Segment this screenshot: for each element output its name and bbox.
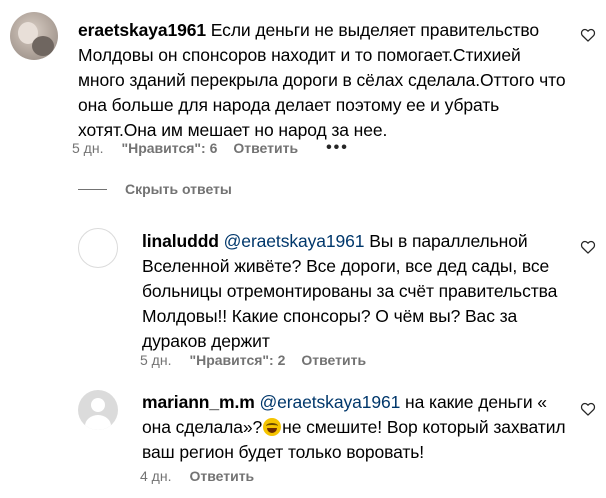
avatar[interactable] xyxy=(10,12,58,60)
comment-text: mariann_m.m @eraetskaya1961 на какие ден… xyxy=(142,390,572,465)
comment-line: она сделала»? xyxy=(142,417,263,437)
grinning-sweat-emoji-icon xyxy=(263,418,282,436)
comment-text: linaluddd @eraetskaya1961 Вы в параллель… xyxy=(142,229,572,354)
avatar[interactable] xyxy=(78,390,118,430)
comment-line: хотят.Она им мешает но народ за нее. xyxy=(78,120,388,140)
comment-line: много зданий перекрыла дороги в сёлах сд… xyxy=(78,70,566,90)
comment-line: Вселенной живёте? Все дороги, все дед са… xyxy=(142,256,550,276)
comment-meta: 5 дн. "Нравится": 6 Ответить ••• xyxy=(72,139,349,157)
comment-line: больницы отремонтированы за счёт правите… xyxy=(142,281,558,301)
comment-text: eraetskaya1961 Если деньги не выделяет п… xyxy=(78,18,578,143)
more-options-icon[interactable]: ••• xyxy=(326,139,349,157)
default-user-icon-body xyxy=(85,415,111,430)
comment-line: Если деньги не выделяет правительство xyxy=(210,20,540,40)
comment-line: дураков держит xyxy=(142,331,270,351)
default-user-icon xyxy=(91,398,105,412)
comment-line: Вы в параллельной xyxy=(369,231,528,251)
comment-time: 4 дн. xyxy=(140,468,172,484)
comment-line: на какие деньги « xyxy=(405,392,547,412)
hide-replies-button[interactable]: Скрыть ответы xyxy=(78,181,232,197)
hide-replies-label: Скрыть ответы xyxy=(125,181,232,197)
comment-line: Молдовы он спонсоров находит и то помога… xyxy=(78,45,521,65)
heart-icon[interactable] xyxy=(580,240,596,254)
comment-line: она больше для народа делает поэтому ее … xyxy=(78,95,500,115)
avatar-photo-shadow xyxy=(32,36,54,56)
reply-button[interactable]: Ответить xyxy=(233,140,298,156)
comment-username[interactable]: linaluddd xyxy=(142,231,219,251)
mention-link[interactable]: @eraetskaya1961 xyxy=(224,231,365,251)
comment-username[interactable]: mariann_m.m xyxy=(142,392,255,412)
comment-username[interactable]: eraetskaya1961 xyxy=(78,20,206,40)
comment-time: 5 дн. xyxy=(72,140,104,156)
comment-line: Молдовы!! Какие спонсоры? О чём вы? Вас … xyxy=(142,306,518,326)
heart-icon[interactable] xyxy=(580,402,596,416)
comment-meta: 4 дн. Ответить xyxy=(140,468,254,484)
reply-button[interactable]: Ответить xyxy=(301,352,366,368)
comment-line: ваш регион будет только воровать! xyxy=(142,442,425,462)
likes-count[interactable]: "Нравится": 2 xyxy=(189,352,285,368)
mention-link[interactable]: @eraetskaya1961 xyxy=(259,392,400,412)
divider-line xyxy=(78,188,107,190)
likes-count[interactable]: "Нравится": 6 xyxy=(121,140,217,156)
comment-time: 5 дн. xyxy=(140,352,172,368)
comment-line: не смешите! Вор который захватил xyxy=(282,417,566,437)
reply-button[interactable]: Ответить xyxy=(189,468,254,484)
heart-icon[interactable] xyxy=(580,28,596,42)
avatar[interactable] xyxy=(78,228,118,268)
comment-meta: 5 дн. "Нравится": 2 Ответить xyxy=(140,352,366,368)
